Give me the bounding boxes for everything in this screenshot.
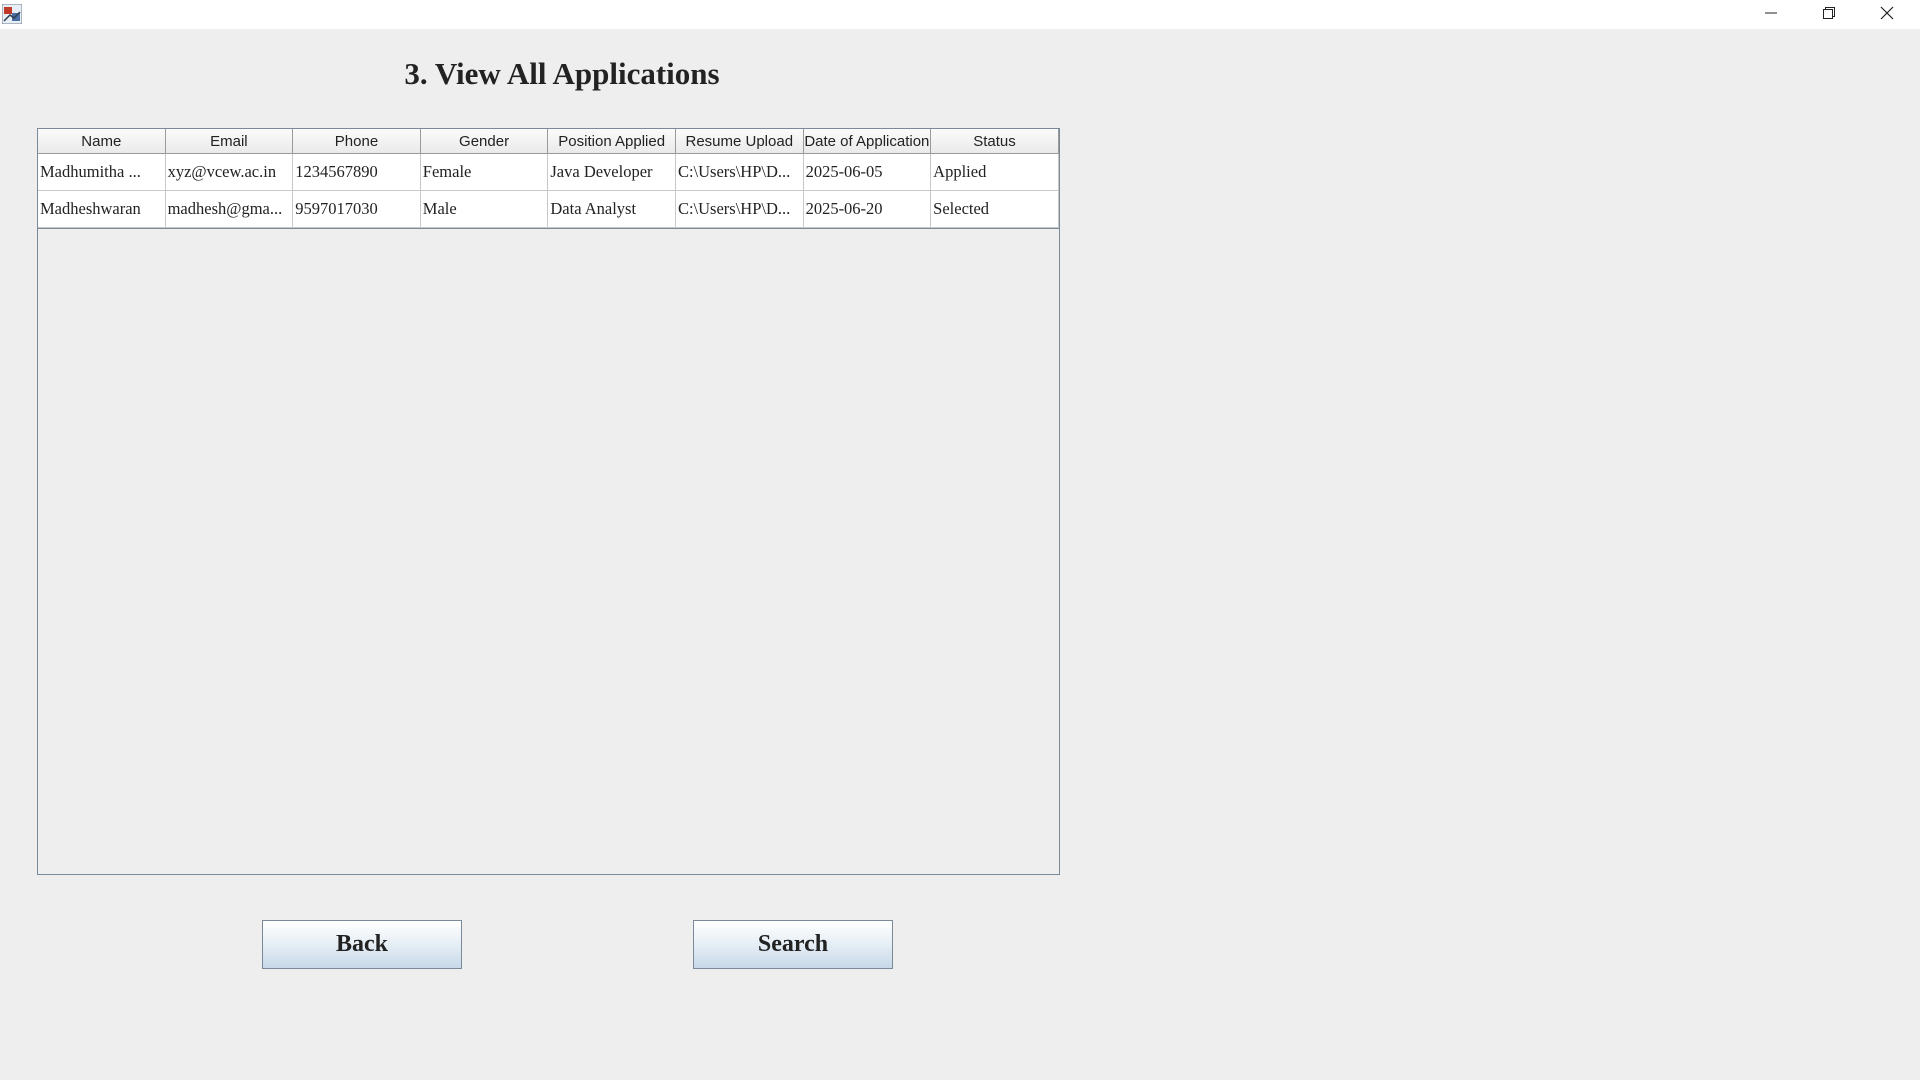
cell-email[interactable]: madhesh@gma... [165, 191, 294, 228]
column-header-name[interactable]: Name [38, 129, 166, 154]
cell-phone[interactable]: 9597017030 [293, 191, 421, 228]
cell-status[interactable]: Selected [931, 191, 1059, 228]
minimize-icon [1764, 5, 1778, 24]
page-title: 3. View All Applications [404, 56, 720, 91]
cell-name[interactable]: Madhumitha ... [38, 154, 166, 191]
table-body-divider [38, 228, 1059, 229]
back-button[interactable]: Back [262, 920, 462, 969]
column-header-phone[interactable]: Phone [293, 129, 421, 154]
cell-email[interactable]: xyz@vcew.ac.in [165, 154, 294, 191]
cell-name[interactable]: Madheshwaran [38, 191, 166, 228]
title-bar [0, 0, 1920, 29]
cell-date-of-application[interactable]: 2025-06-20 [803, 191, 932, 228]
java-app-icon [1, 3, 23, 25]
table-header: Name Email Phone Gender Position Applied… [38, 129, 1059, 154]
close-button[interactable] [1858, 0, 1916, 29]
cell-date-of-application[interactable]: 2025-06-05 [803, 154, 932, 191]
restore-button[interactable] [1800, 0, 1858, 29]
column-header-gender[interactable]: Gender [420, 129, 549, 154]
cell-position-applied[interactable]: Java Developer [548, 154, 676, 191]
restore-icon [1822, 5, 1836, 24]
cell-resume-upload[interactable]: C:\Users\HP\D... [675, 191, 804, 228]
column-header-email[interactable]: Email [165, 129, 294, 154]
cell-phone[interactable]: 1234567890 [293, 154, 421, 191]
column-header-date-of-application[interactable]: Date of Application [803, 129, 932, 154]
applications-table[interactable]: Name Email Phone Gender Position Applied… [37, 128, 1060, 875]
cell-gender[interactable]: Male [420, 191, 549, 228]
table-row[interactable]: Madheshwaran madhesh@gma... 9597017030 M… [38, 191, 1059, 228]
close-icon [1880, 5, 1894, 24]
application-window: 3. View All Applications Name Email Phon… [0, 0, 1920, 1080]
cell-status[interactable]: Applied [931, 154, 1059, 191]
column-header-status[interactable]: Status [931, 129, 1059, 154]
cell-resume-upload[interactable]: C:\Users\HP\D... [675, 154, 804, 191]
cell-gender[interactable]: Female [420, 154, 549, 191]
table-row[interactable]: Madhumitha ... xyz@vcew.ac.in 1234567890… [38, 154, 1059, 191]
column-header-resume-upload[interactable]: Resume Upload [675, 129, 804, 154]
column-header-position-applied[interactable]: Position Applied [548, 129, 676, 154]
search-button[interactable]: Search [693, 920, 893, 969]
table-body: Madhumitha ... xyz@vcew.ac.in 1234567890… [38, 154, 1059, 228]
minimize-button[interactable] [1742, 0, 1800, 29]
cell-position-applied[interactable]: Data Analyst [548, 191, 676, 228]
